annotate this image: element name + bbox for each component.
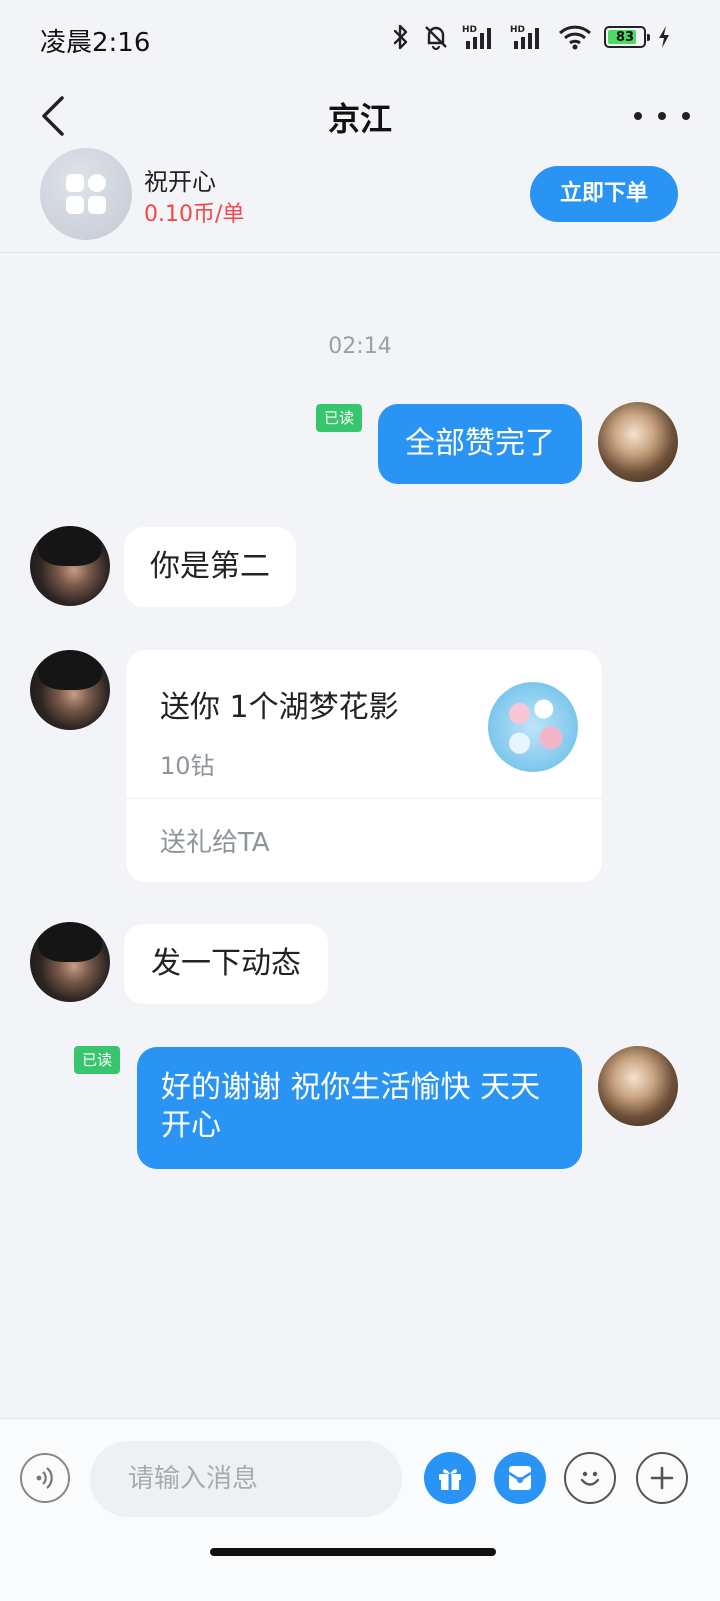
gift-flower-image [488,682,578,772]
mute-bell-icon [422,23,450,51]
battery-level-text: 83 [615,29,635,45]
charging-icon [658,26,670,48]
contact-avatar[interactable] [30,650,110,730]
battery-indicator: 83 [604,26,650,48]
order-now-button[interactable]: 立即下单 [530,166,678,222]
more-actions-button[interactable] [636,1452,688,1504]
status-bar: 凌晨2:16 HD HD 83 [0,0,720,76]
gift-title: 送你 1个湖梦花影 [160,690,399,725]
emoji-icon [580,1471,600,1486]
emoji-button[interactable] [564,1452,616,1504]
voice-icon [36,1467,53,1489]
more-dot-icon [634,112,642,120]
service-card: 祝开心 0.10币/单 立即下单 [0,140,720,253]
apps-grid-icon [66,174,106,214]
message-bubble-self[interactable]: 好的谢谢 祝你生活愉快 天天开心 [137,1047,582,1169]
service-name: 祝开心 [144,168,216,196]
red-packet-icon [508,1466,532,1490]
wifi-icon [558,23,592,51]
service-avatar[interactable] [40,148,132,240]
svg-text:HD: HD [510,25,525,35]
gift-card[interactable]: 送你 1个湖梦花影 10钻 送礼给TA [126,650,602,882]
message-input[interactable] [90,1441,402,1517]
read-badge: 已读 [74,1046,121,1074]
chat-timestamp: 02:14 [328,334,392,359]
status-icons: HD HD 83 [392,22,670,52]
status-time: 凌晨2:16 [40,28,151,58]
gift-icon [439,1469,461,1490]
message-bubble-self[interactable]: 全部赞完了 [378,404,582,484]
contact-avatar[interactable] [30,922,110,1002]
signal-2-icon: HD [510,23,546,51]
message-input-bar [0,1418,720,1601]
svg-text:HD: HD [462,25,477,35]
home-indicator[interactable] [210,1548,496,1556]
self-avatar[interactable] [598,402,678,482]
plus-icon [650,1466,674,1490]
service-price: 0.10币/单 [144,202,245,227]
read-badge: 已读 [316,404,363,432]
signal-1-icon: HD [462,23,498,51]
contact-avatar[interactable] [30,526,110,606]
more-dot-icon [682,112,690,120]
divider [126,798,602,799]
more-options-button[interactable] [634,96,690,136]
red-packet-button[interactable] [494,1452,546,1504]
more-dot-icon [658,112,666,120]
message-bubble-other[interactable]: 你是第二 [124,527,296,607]
gift-button[interactable] [424,1452,476,1504]
gift-price: 10钻 [160,752,215,780]
send-gift-link[interactable]: 送礼给TA [160,822,270,859]
message-bubble-other[interactable]: 发一下动态 [124,924,328,1004]
page-title: 京江 [327,100,392,138]
self-avatar[interactable] [598,1046,678,1126]
voice-input-button[interactable] [20,1453,70,1503]
bluetooth-icon [392,23,410,51]
